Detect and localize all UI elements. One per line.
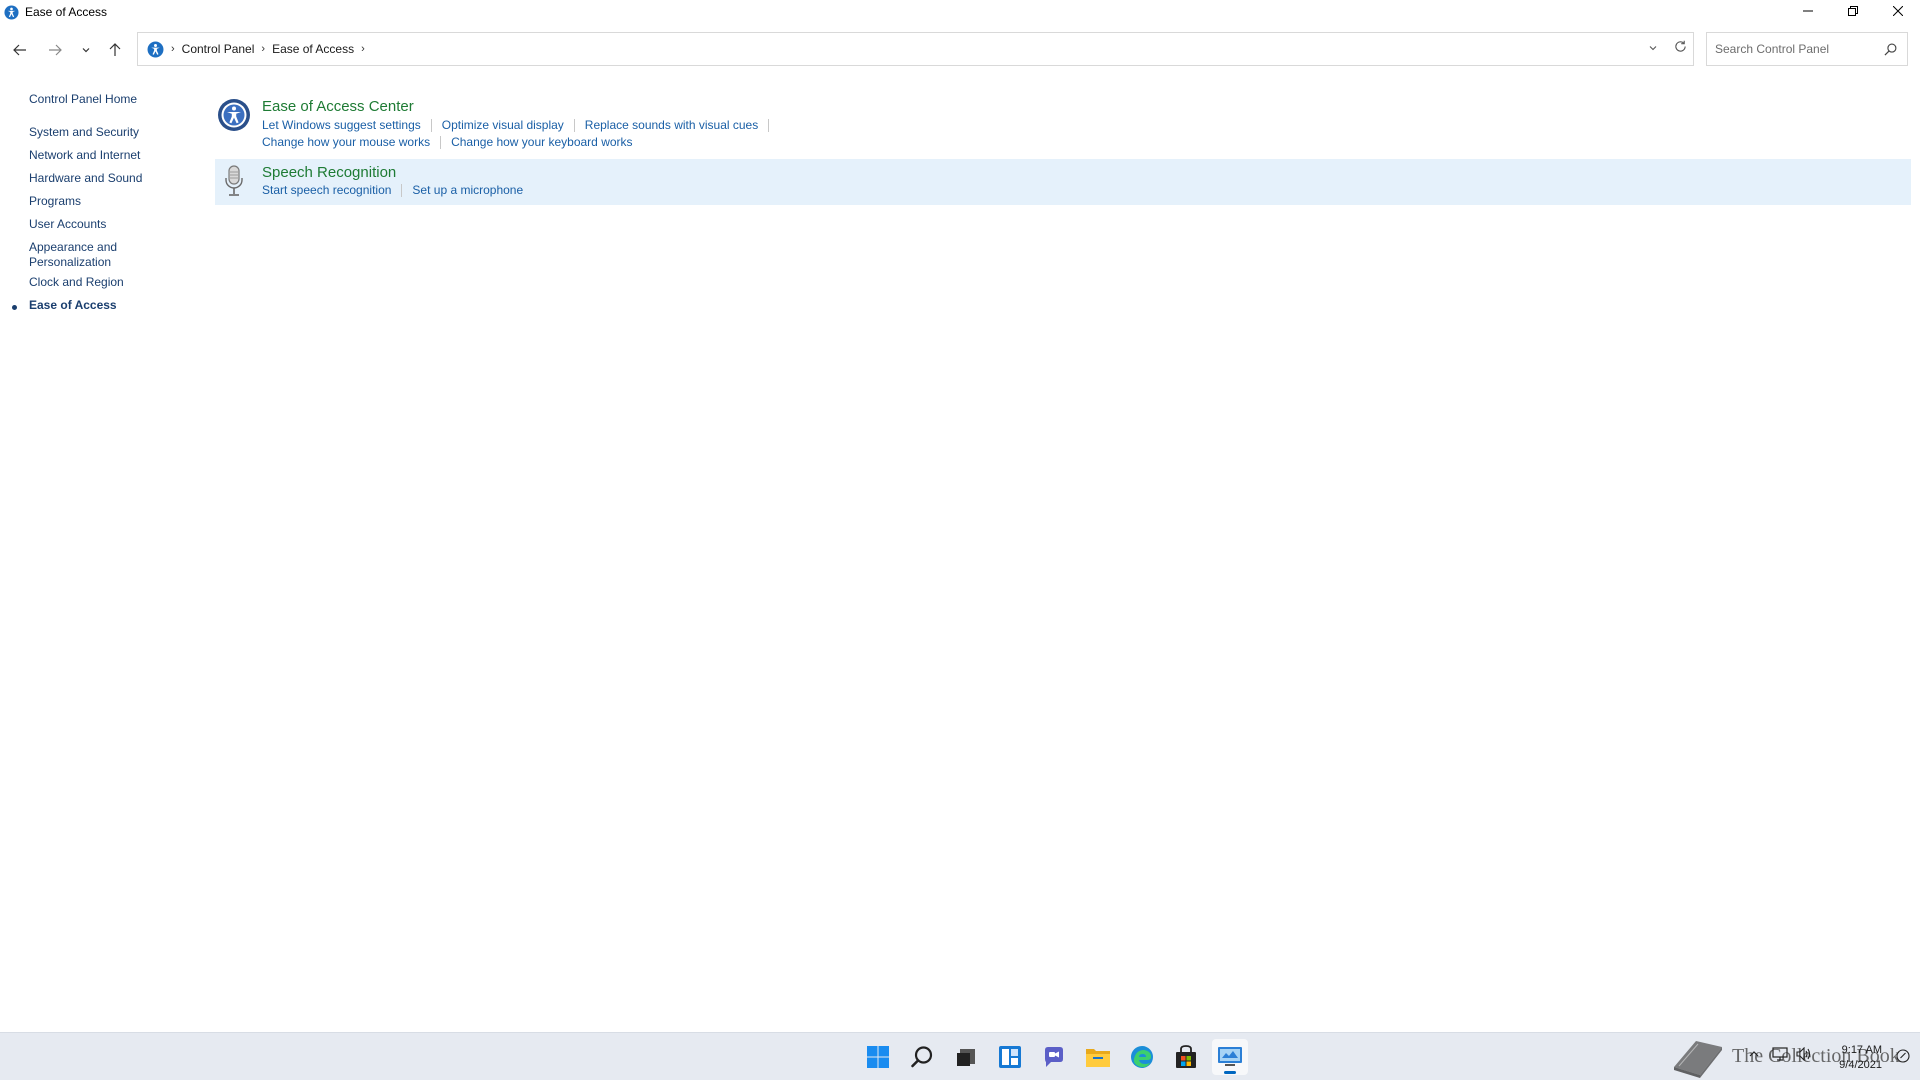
taskbar-apps bbox=[860, 1033, 1248, 1081]
window-title: Ease of Access bbox=[25, 5, 108, 19]
restore-icon bbox=[1847, 6, 1858, 16]
ease-of-access-center-icon[interactable] bbox=[217, 98, 251, 132]
ease-of-access-center-tasks-row-2: Change how your mouse works Change how y… bbox=[262, 135, 633, 149]
sidebar-item-appearance-and-personalization[interactable]: Appearance and Personalization bbox=[29, 240, 129, 270]
ease-of-access-center-link[interactable]: Ease of Access Center bbox=[262, 98, 414, 115]
edge-button[interactable] bbox=[1124, 1039, 1160, 1075]
control-panel-window: Ease of Access › Control Panel › Ease of… bbox=[0, 0, 1920, 1032]
book-watermark-icon bbox=[1674, 1041, 1722, 1078]
sidebar-item-user-accounts[interactable]: User Accounts bbox=[29, 217, 106, 232]
chevron-up-icon bbox=[1749, 1051, 1759, 1057]
start-button[interactable] bbox=[860, 1039, 896, 1075]
category-speech-recognition[interactable]: Speech Recognition Start speech recognit… bbox=[215, 159, 1911, 205]
search-icon bbox=[911, 1046, 933, 1068]
breadcrumb-separator[interactable]: › bbox=[171, 43, 175, 55]
file-explorer-button[interactable] bbox=[1080, 1039, 1116, 1075]
taskbar-search-button[interactable] bbox=[904, 1039, 940, 1075]
sidebar-item-system-and-security[interactable]: System and Security bbox=[29, 125, 139, 140]
show-hidden-icons-button[interactable] bbox=[1748, 1047, 1760, 1065]
link-separator bbox=[430, 118, 432, 132]
minimize-icon bbox=[1802, 10, 1813, 12]
restore-button[interactable] bbox=[1830, 0, 1875, 22]
edge-icon bbox=[1131, 1046, 1153, 1068]
sidebar-item-hardware-and-sound[interactable]: Hardware and Sound bbox=[29, 171, 142, 186]
minimize-button[interactable] bbox=[1785, 0, 1830, 22]
set-up-a-microphone-link[interactable]: Set up a microphone bbox=[412, 183, 523, 197]
breadcrumb-ease-of-access[interactable]: Ease of Access bbox=[272, 42, 354, 56]
link-separator bbox=[573, 118, 575, 132]
link-separator bbox=[440, 135, 442, 149]
widgets-icon bbox=[999, 1046, 1021, 1068]
chat-button[interactable] bbox=[1036, 1039, 1072, 1075]
breadcrumb-separator[interactable]: › bbox=[361, 43, 365, 55]
chevron-down-icon bbox=[1649, 46, 1657, 51]
start-speech-recognition-link[interactable]: Start speech recognition bbox=[262, 183, 391, 197]
back-arrow-icon bbox=[13, 44, 26, 56]
ease-of-access-center-tasks-row-1: Let Windows suggest settings Optimize vi… bbox=[262, 118, 779, 132]
notification-icon bbox=[1896, 1049, 1910, 1063]
address-bar[interactable]: › Control Panel › Ease of Access › bbox=[137, 32, 1694, 66]
network-button[interactable] bbox=[1772, 1047, 1788, 1066]
active-item-bullet bbox=[12, 305, 17, 310]
sidebar-item-network-and-internet[interactable]: Network and Internet bbox=[29, 148, 140, 163]
store-icon bbox=[1176, 1045, 1196, 1068]
forward-arrow-icon bbox=[49, 44, 62, 56]
up-arrow-icon bbox=[109, 43, 121, 56]
sidebar-item-clock-and-region[interactable]: Clock and Region bbox=[29, 275, 124, 290]
replace-sounds-with-visual-cues-link[interactable]: Replace sounds with visual cues bbox=[585, 118, 758, 132]
sidebar-item-programs[interactable]: Programs bbox=[29, 194, 81, 209]
search-input[interactable] bbox=[1715, 42, 1875, 56]
speech-recognition-tasks-row: Start speech recognition Set up a microp… bbox=[262, 183, 523, 197]
control-panel-icon bbox=[1218, 1047, 1242, 1066]
system-tray: The Collection Book 9:17 AM 9/4/2021 bbox=[1660, 1033, 1920, 1081]
back-button[interactable] bbox=[8, 38, 32, 62]
ease-of-access-icon bbox=[3, 4, 19, 20]
link-separator bbox=[401, 183, 403, 197]
refresh-button[interactable] bbox=[1674, 40, 1687, 58]
chat-icon bbox=[1045, 1047, 1063, 1067]
breadcrumb-separator[interactable]: › bbox=[261, 43, 265, 55]
let-windows-suggest-settings-link[interactable]: Let Windows suggest settings bbox=[262, 118, 421, 132]
network-icon bbox=[1772, 1047, 1788, 1061]
link-separator bbox=[768, 118, 770, 132]
change-how-your-mouse-works-link[interactable]: Change how your mouse works bbox=[262, 135, 430, 149]
search-icon[interactable] bbox=[1884, 43, 1897, 56]
volume-button[interactable] bbox=[1796, 1046, 1812, 1066]
chevron-down-icon bbox=[82, 48, 90, 53]
refresh-icon bbox=[1675, 40, 1686, 52]
notifications-button[interactable] bbox=[1896, 1049, 1910, 1068]
forward-button[interactable] bbox=[43, 38, 67, 62]
clock-date: 9/4/2021 bbox=[1839, 1059, 1882, 1071]
task-view-button[interactable] bbox=[948, 1039, 984, 1075]
volume-icon bbox=[1796, 1046, 1811, 1062]
start-icon bbox=[867, 1046, 889, 1068]
widgets-button[interactable] bbox=[992, 1039, 1028, 1075]
up-button[interactable] bbox=[103, 38, 127, 62]
task-view-icon bbox=[957, 1049, 975, 1066]
clock-time: 9:17 AM bbox=[1841, 1044, 1882, 1056]
sidebar-item-control-panel-home[interactable]: Control Panel Home bbox=[29, 92, 137, 107]
address-dropdown-button[interactable] bbox=[1648, 40, 1658, 58]
navigation-bar: › Control Panel › Ease of Access › bbox=[0, 32, 1920, 68]
recent-locations-button[interactable] bbox=[74, 38, 98, 62]
clock[interactable]: 9:17 AM 9/4/2021 bbox=[1839, 1043, 1882, 1073]
speech-recognition-link[interactable]: Speech Recognition bbox=[262, 164, 396, 181]
change-how-your-keyboard-works-link[interactable]: Change how your keyboard works bbox=[451, 135, 632, 149]
ease-of-access-icon bbox=[146, 40, 164, 58]
control-panel-taskbar-button[interactable] bbox=[1212, 1039, 1248, 1075]
optimize-visual-display-link[interactable]: Optimize visual display bbox=[442, 118, 564, 132]
microphone-icon[interactable] bbox=[217, 164, 251, 198]
file-explorer-icon bbox=[1086, 1049, 1110, 1067]
breadcrumb-control-panel[interactable]: Control Panel bbox=[182, 42, 255, 56]
title-bar[interactable]: Ease of Access bbox=[0, 0, 1920, 24]
category-ease-of-access-center: Ease of Access Center Let Windows sugges… bbox=[215, 94, 1911, 154]
search-box[interactable] bbox=[1706, 32, 1908, 66]
taskbar: The Collection Book 9:17 AM 9/4/2021 bbox=[0, 1032, 1920, 1080]
sidebar-item-ease-of-access[interactable]: Ease of Access bbox=[29, 298, 117, 313]
store-button[interactable] bbox=[1168, 1039, 1204, 1075]
close-button[interactable] bbox=[1875, 0, 1920, 22]
close-icon bbox=[1892, 6, 1903, 16]
